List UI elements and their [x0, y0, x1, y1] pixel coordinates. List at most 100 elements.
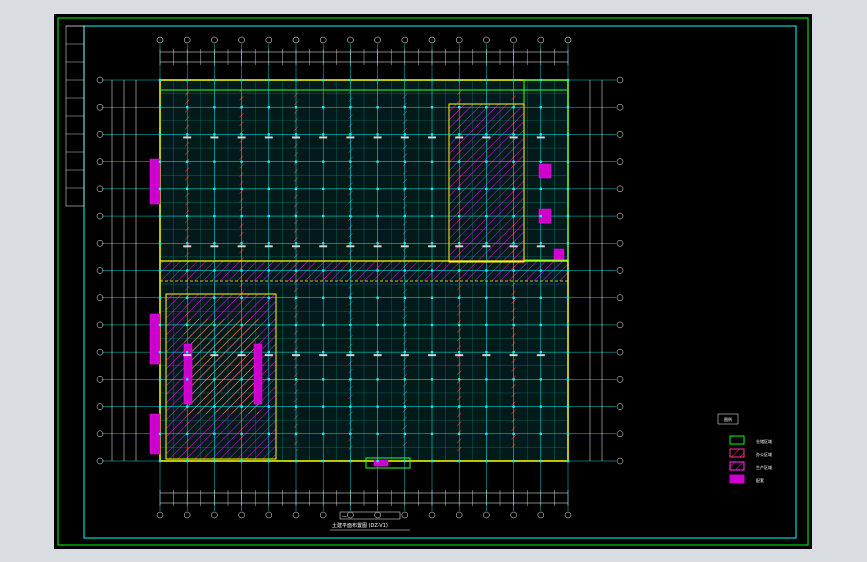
service-block [149, 158, 161, 205]
grid-node [539, 269, 543, 272]
grid-node [213, 323, 216, 327]
column-tag [210, 136, 219, 139]
grid-node [485, 133, 488, 136]
grid-node [539, 160, 543, 163]
grid-node [185, 296, 189, 300]
grid-node [213, 105, 216, 109]
grid-node [539, 105, 543, 109]
grid-bubble-top [455, 36, 463, 44]
grid-node [349, 160, 352, 163]
grid-node [158, 214, 162, 218]
grid-node [539, 323, 543, 327]
column-tag [536, 354, 545, 357]
grid-bubble-top [510, 36, 517, 44]
grid-bubble-right [616, 348, 624, 356]
grid-node [321, 323, 325, 327]
grid-node [349, 241, 352, 245]
grid-node [403, 378, 407, 381]
column-tag [455, 245, 464, 248]
grid-bubble-top [265, 36, 273, 44]
grid-node [403, 459, 407, 463]
grid-node [485, 160, 488, 163]
grid-node [485, 187, 488, 191]
grid-node [213, 432, 216, 436]
grid-node [240, 214, 243, 218]
legend-title: 图例 [724, 417, 732, 422]
grid-node [512, 459, 515, 463]
grid-node [512, 187, 515, 191]
grid-node [158, 133, 162, 136]
column-tag [428, 136, 436, 139]
grid-node [294, 323, 298, 327]
grid-node [213, 214, 216, 218]
grid-node [430, 187, 434, 191]
grid-node [485, 378, 488, 381]
grid-node [240, 269, 243, 272]
grid-node [240, 105, 243, 109]
column-tag [482, 245, 491, 248]
grid-node [539, 378, 543, 381]
grid-node [158, 105, 162, 109]
grid-bubble-right [616, 185, 624, 193]
grid-bubble-bottom [265, 511, 273, 519]
grid-bubble-right [616, 457, 624, 465]
grid-node [267, 187, 271, 191]
grid-node [158, 405, 162, 408]
column-tag [346, 354, 355, 357]
grid-node [185, 405, 189, 408]
grid-node [185, 133, 189, 136]
grid-node [376, 160, 379, 163]
grid-node [430, 296, 434, 300]
grid-node [376, 296, 379, 300]
grid-node [403, 78, 407, 82]
grid-node [485, 214, 488, 218]
grid-bubble-top [347, 36, 354, 44]
grid-node [403, 323, 407, 327]
grid-node [566, 378, 570, 381]
southwest-inner-hatch [184, 319, 259, 414]
grid-node [512, 323, 515, 327]
grid-bubble-bottom [483, 511, 490, 519]
grid-bubble-top [238, 36, 245, 44]
grid-node [430, 269, 434, 272]
grid-node [376, 78, 379, 82]
grid-node [430, 133, 434, 136]
column-tag [455, 354, 464, 357]
grid-node [321, 350, 325, 354]
grid-node [267, 241, 271, 245]
column-tag [237, 136, 246, 139]
grid-node [321, 160, 325, 163]
grid-bubble-top [483, 36, 490, 44]
grid-node [403, 214, 407, 218]
column-tag [264, 136, 273, 139]
grid-node [566, 241, 570, 245]
grid-node [403, 241, 407, 245]
grid-node [294, 78, 298, 82]
grid-node [240, 323, 243, 327]
grid-node [376, 405, 379, 408]
column-tag [210, 245, 219, 248]
grid-node [566, 187, 570, 191]
service-block [373, 459, 389, 467]
column-tag [292, 136, 300, 139]
grid-node [539, 187, 543, 191]
grid-node [349, 432, 352, 436]
grid-node [158, 350, 162, 354]
grid-node [512, 160, 515, 163]
grid-node [321, 378, 325, 381]
grid-node [349, 350, 352, 354]
grid-node [485, 105, 488, 109]
grid-node [512, 133, 515, 136]
column-tag [373, 136, 382, 139]
grid-node [267, 296, 271, 300]
grid-node [185, 350, 189, 354]
grid-bubble-right [616, 430, 624, 438]
grid-bubble-bottom [183, 511, 191, 519]
column-tag [183, 245, 192, 248]
grid-node [240, 432, 243, 436]
grid-node [240, 187, 243, 191]
column-tag [292, 245, 300, 248]
grid-node [376, 269, 379, 272]
column-tag [237, 245, 246, 248]
grid-node [158, 187, 162, 191]
